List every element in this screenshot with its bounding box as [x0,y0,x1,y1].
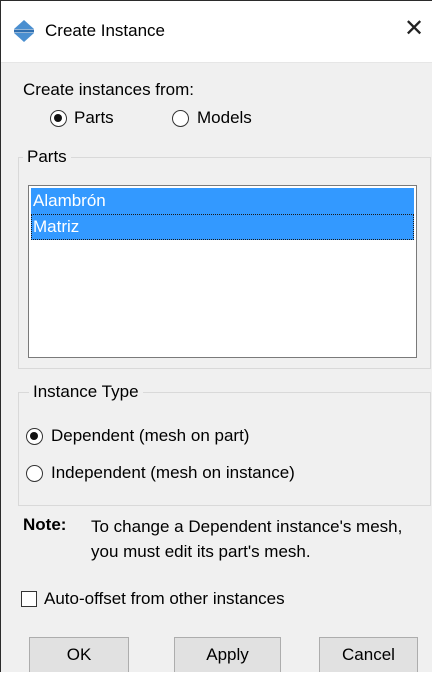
parts-listbox[interactable]: Alambrón Matriz [28,185,417,358]
parts-radio[interactable] [50,110,67,127]
models-radio[interactable] [172,110,189,127]
dependent-radio-label[interactable]: Dependent (mesh on part) [51,425,249,447]
list-item[interactable]: Matriz [31,214,414,240]
abaqus-compass-icon [13,19,35,43]
note-label: Note: [23,515,67,534]
dialog-title: Create Instance [45,21,166,40]
close-icon[interactable]: ✕ [401,15,427,43]
auto-offset-checkbox[interactable] [21,591,37,607]
note-text: To change a Dependent instance's mesh, y… [91,517,403,561]
create-from-label: Create instances from: [23,80,195,99]
independent-radio[interactable] [26,465,43,482]
title-bar[interactable]: Create Instance ✕ [1,1,432,63]
list-item[interactable]: Alambrón [31,188,414,214]
instance-type-group [18,392,431,506]
create-instance-dialog: Create Instance ✕ Create instances from:… [0,0,432,672]
dependent-radio[interactable] [26,428,43,445]
parts-radio-label[interactable]: Parts [74,107,114,129]
apply-button[interactable]: Apply [174,637,281,672]
parts-group-legend: Parts [23,146,71,168]
cancel-button[interactable]: Cancel [319,637,418,672]
independent-radio-label[interactable]: Independent (mesh on instance) [51,462,295,484]
auto-offset-label[interactable]: Auto-offset from other instances [44,588,285,610]
models-radio-label[interactable]: Models [197,107,252,129]
ok-button[interactable]: OK [29,637,129,672]
instance-type-legend: Instance Type [29,381,143,403]
